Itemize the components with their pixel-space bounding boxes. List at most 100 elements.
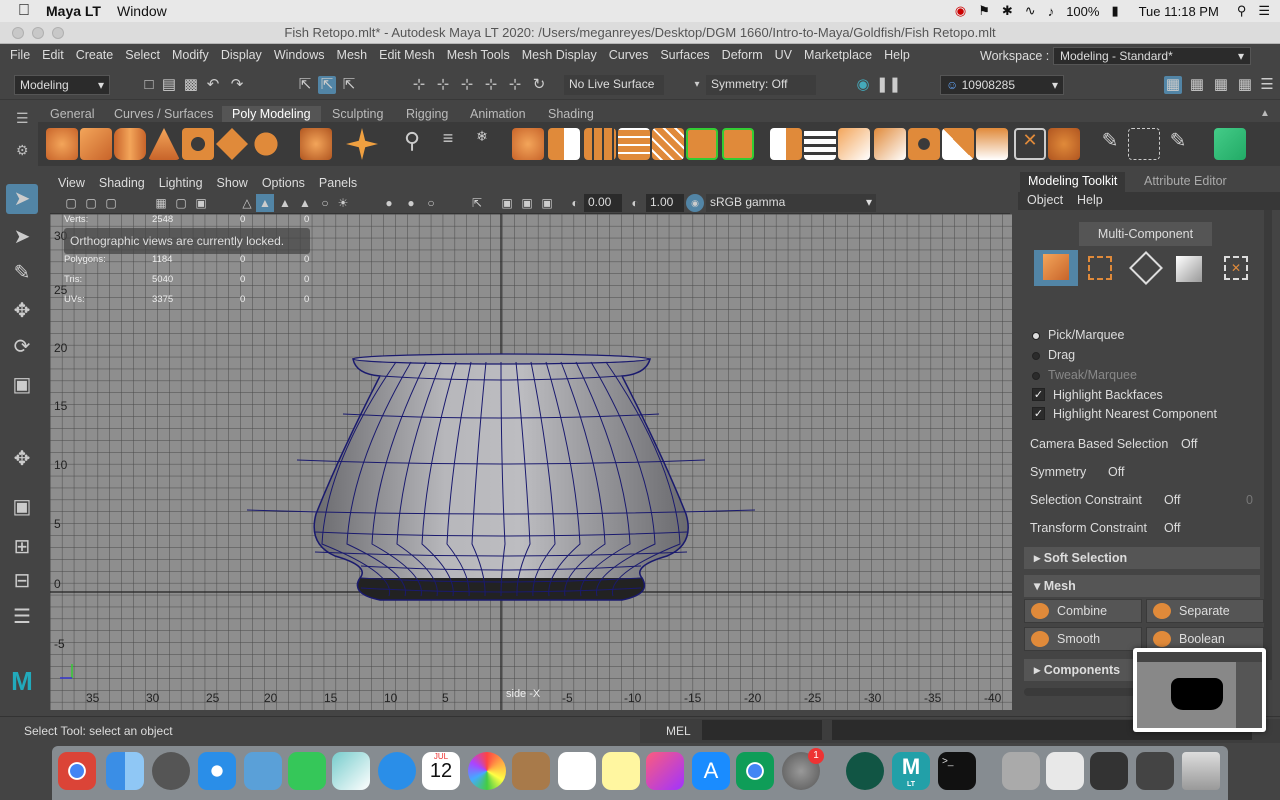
poly-cube-icon[interactable] — [80, 128, 112, 160]
menu-edit-mesh[interactable]: Edit Mesh — [373, 48, 441, 62]
viewport-menu-shading[interactable]: Shading — [99, 176, 145, 190]
combine-shelf-icon[interactable] — [512, 128, 544, 160]
camera-select-icon[interactable]: ▢ — [62, 194, 80, 212]
downloads-folder-icon[interactable] — [1002, 752, 1040, 790]
minimize-window-button[interactable] — [32, 27, 44, 39]
four-pane-layout-icon[interactable]: ⊞ — [6, 532, 38, 562]
messages-icon[interactable] — [378, 752, 416, 790]
setting-label[interactable]: Camera Based Selection — [1030, 437, 1168, 451]
target-weld-icon[interactable]: ✕ — [1014, 128, 1046, 160]
bevel-icon[interactable] — [804, 128, 836, 160]
close-window-button[interactable] — [12, 27, 24, 39]
undo-icon[interactable]: ↶ — [204, 76, 222, 94]
outliner-layout-icon[interactable]: ☰ — [6, 602, 38, 632]
poly-torus-icon[interactable] — [182, 128, 214, 160]
menu-surfaces[interactable]: Surfaces — [654, 48, 715, 62]
safari-icon[interactable] — [198, 752, 236, 790]
textured-icon[interactable]: ▲ — [296, 194, 314, 212]
depth-of-field-icon[interactable]: ○ — [422, 194, 440, 212]
shelf-menu-icon[interactable]: ☰ — [16, 110, 29, 127]
snap-grid-icon[interactable]: ⊹ — [410, 76, 428, 94]
insert-loop-icon[interactable] — [908, 128, 940, 160]
terminal-icon[interactable]: >_ — [938, 752, 976, 790]
merge-icon[interactable] — [874, 128, 906, 160]
rotate-tool-icon[interactable]: ⟳ — [6, 332, 38, 362]
layers-icon[interactable]: ☰ — [1258, 76, 1276, 94]
brush-icon[interactable]: ✎ — [1162, 128, 1194, 160]
menu-help[interactable]: Help — [878, 48, 916, 62]
paint-select-icon[interactable]: ✎ — [1094, 128, 1126, 160]
vertex-mode-icon[interactable] — [1088, 256, 1112, 280]
viewport-menu-view[interactable]: View — [58, 176, 85, 190]
smooth-button[interactable]: Smooth — [1024, 627, 1142, 651]
save-scene-icon[interactable]: ▩ — [182, 76, 200, 94]
uv-editor-icon[interactable] — [1128, 128, 1160, 160]
shadows-icon[interactable]: ☀ — [334, 194, 352, 212]
color-management-icon[interactable]: ◉ — [686, 194, 704, 212]
isolate-select-icon[interactable]: ⇱ — [468, 194, 486, 212]
gamma-field[interactable]: 1.00 — [646, 194, 684, 212]
maya-lt-icon[interactable]: M LT — [892, 752, 930, 790]
snap-curve-icon[interactable]: ⊹ — [434, 76, 452, 94]
face-mode-icon[interactable] — [1176, 256, 1202, 282]
maps-icon[interactable] — [332, 752, 370, 790]
pause-icon[interactable]: ❚❚ — [876, 76, 901, 94]
menu-mesh-tools[interactable]: Mesh Tools — [441, 48, 516, 62]
poly-plane-icon[interactable] — [216, 128, 248, 160]
menu-help[interactable]: Help — [1077, 193, 1103, 207]
mel-command-input[interactable] — [702, 720, 822, 740]
uv-mode-icon[interactable]: ✕ — [1224, 256, 1248, 280]
menu-deform[interactable]: Deform — [716, 48, 769, 62]
checkbox-highlight-backfaces[interactable]: ✓ — [1032, 388, 1045, 401]
notes-icon[interactable] — [602, 752, 640, 790]
render-icon[interactable]: ◉ — [854, 76, 872, 94]
menu-marketplace[interactable]: Marketplace — [798, 48, 878, 62]
select-object-icon[interactable]: ⇱ — [318, 76, 336, 94]
extrude-icon[interactable] — [770, 128, 802, 160]
texture-icon[interactable] — [1214, 128, 1246, 160]
snap-surface-icon[interactable]: ⊹ — [506, 76, 524, 94]
menu-mesh[interactable]: Mesh — [331, 48, 374, 62]
poly-sphere-icon[interactable] — [46, 128, 78, 160]
clock[interactable]: Tue 11:18 PM — [1139, 4, 1219, 19]
battery-percent[interactable]: 100% — [1066, 4, 1099, 19]
offset-loop-icon[interactable] — [942, 128, 974, 160]
film-gate-icon[interactable]: ▢ — [172, 194, 190, 212]
camera-attributes-icon[interactable]: ▢ — [82, 194, 100, 212]
menu-mesh-display[interactable]: Mesh Display — [516, 48, 603, 62]
select-component-icon[interactable]: ⇱ — [340, 76, 358, 94]
radio-drag[interactable] — [1032, 352, 1040, 360]
checkbox-highlight-nearest-component[interactable]: ✓ — [1032, 407, 1045, 420]
average-vertices-icon[interactable] — [652, 128, 684, 160]
finder-icon[interactable] — [106, 752, 144, 790]
xray-icon[interactable]: ▣ — [498, 194, 516, 212]
extract-icon[interactable] — [584, 128, 616, 160]
antialias-icon[interactable]: ● — [402, 194, 420, 212]
show-toolkit-icon[interactable]: ▦ — [1164, 76, 1182, 94]
paint-select-tool-icon[interactable]: ✎ — [6, 258, 38, 288]
freeze-icon[interactable]: ❄ — [466, 128, 498, 160]
flag-icon[interactable]: ⚑ — [978, 3, 990, 19]
recent-window-icon[interactable] — [1046, 752, 1084, 790]
launchpad-icon[interactable] — [152, 752, 190, 790]
smooth-shelf-icon[interactable] — [618, 128, 650, 160]
menu-curves[interactable]: Curves — [603, 48, 655, 62]
setting-label[interactable]: Selection Constraint — [1030, 493, 1142, 507]
viewport-menu-panels[interactable]: Panels — [319, 176, 357, 190]
menu-select[interactable]: Select — [119, 48, 166, 62]
menuset-dropdown[interactable]: Modeling ▾ — [14, 75, 110, 95]
xray-components-icon[interactable]: ▣ — [538, 194, 556, 212]
trash-icon[interactable] — [1182, 752, 1220, 790]
screenshot-thumb-icon[interactable] — [1136, 752, 1174, 790]
viewport-side[interactable]: 30 25 20 15 10 5 0 -5 35 30 25 20 15 10 5 -5 -10 -15 -20 -2… — [50, 214, 1012, 710]
menu-modify[interactable]: Modify — [166, 48, 215, 62]
poly-disc-icon[interactable] — [250, 128, 282, 160]
workspace-dropdown[interactable]: Modeling - Standard* ▾ — [1053, 47, 1251, 65]
viewport-menu-options[interactable]: Options — [262, 176, 305, 190]
apple-icon[interactable]:  — [18, 2, 30, 20]
super-shape-icon[interactable] — [346, 128, 378, 160]
resolution-gate-icon[interactable]: ▣ — [192, 194, 210, 212]
setting-value[interactable]: Off — [1181, 437, 1197, 451]
setting-value[interactable]: Off — [1164, 521, 1180, 535]
facetime-icon[interactable] — [288, 752, 326, 790]
